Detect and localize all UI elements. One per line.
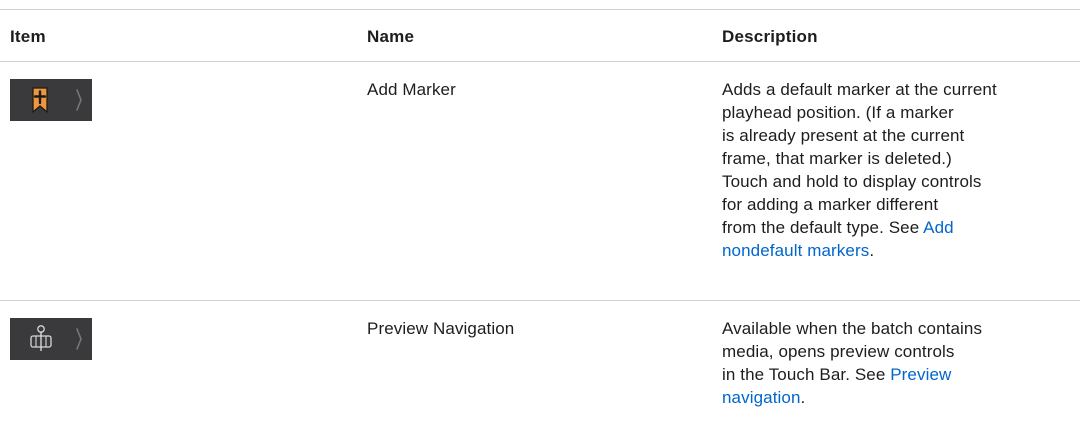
- header-item: Item: [10, 27, 46, 46]
- desc-line: Available when the batch contains: [722, 319, 983, 338]
- table-row: Preview Navigation Available when the ba…: [0, 301, 1080, 432]
- desc-line: Adds a default marker at the current: [722, 80, 997, 99]
- header-name: Name: [367, 27, 415, 46]
- table-row: Add Marker Adds a default marker at the …: [0, 62, 1080, 300]
- row-name-add-marker: Add Marker: [367, 80, 456, 99]
- preview-navigation-link-cont[interactable]: navigation: [722, 388, 801, 407]
- desc-line: is already present at the current: [722, 126, 965, 145]
- desc-line: from the default type. See: [722, 218, 924, 237]
- row-name-preview-navigation: Preview Navigation: [367, 319, 515, 338]
- desc-line: playhead position. (If a marker: [722, 103, 954, 122]
- header-description: Description: [722, 27, 818, 46]
- desc-line: media, opens preview controls: [722, 342, 955, 361]
- desc-period: .: [800, 388, 806, 407]
- add-nondefault-markers-link[interactable]: Add: [923, 218, 954, 237]
- chevron-right-icon: [76, 328, 82, 350]
- table-header-row: Item Name Description: [0, 0, 1080, 60]
- row-description-add-marker: Adds a default marker at the current pla…: [722, 78, 1072, 262]
- desc-period: .: [869, 241, 875, 260]
- add-nondefault-markers-link-cont[interactable]: nondefault markers: [722, 241, 869, 260]
- add-marker-touchbar-button[interactable]: [10, 79, 92, 121]
- preview-navigation-icon: [30, 325, 82, 351]
- row-description-preview-navigation: Available when the batch contains media,…: [722, 317, 1072, 409]
- desc-line: in the Touch Bar. See: [722, 365, 891, 384]
- desc-line: for adding a marker different: [722, 195, 939, 214]
- preview-navigation-touchbar-button[interactable]: [10, 318, 92, 360]
- desc-line: frame, that marker is deleted.): [722, 149, 952, 168]
- add-marker-icon: [32, 87, 82, 114]
- preview-navigation-link[interactable]: Preview: [890, 365, 951, 384]
- desc-line: Touch and hold to display controls: [722, 172, 982, 191]
- chevron-right-icon: [76, 89, 82, 111]
